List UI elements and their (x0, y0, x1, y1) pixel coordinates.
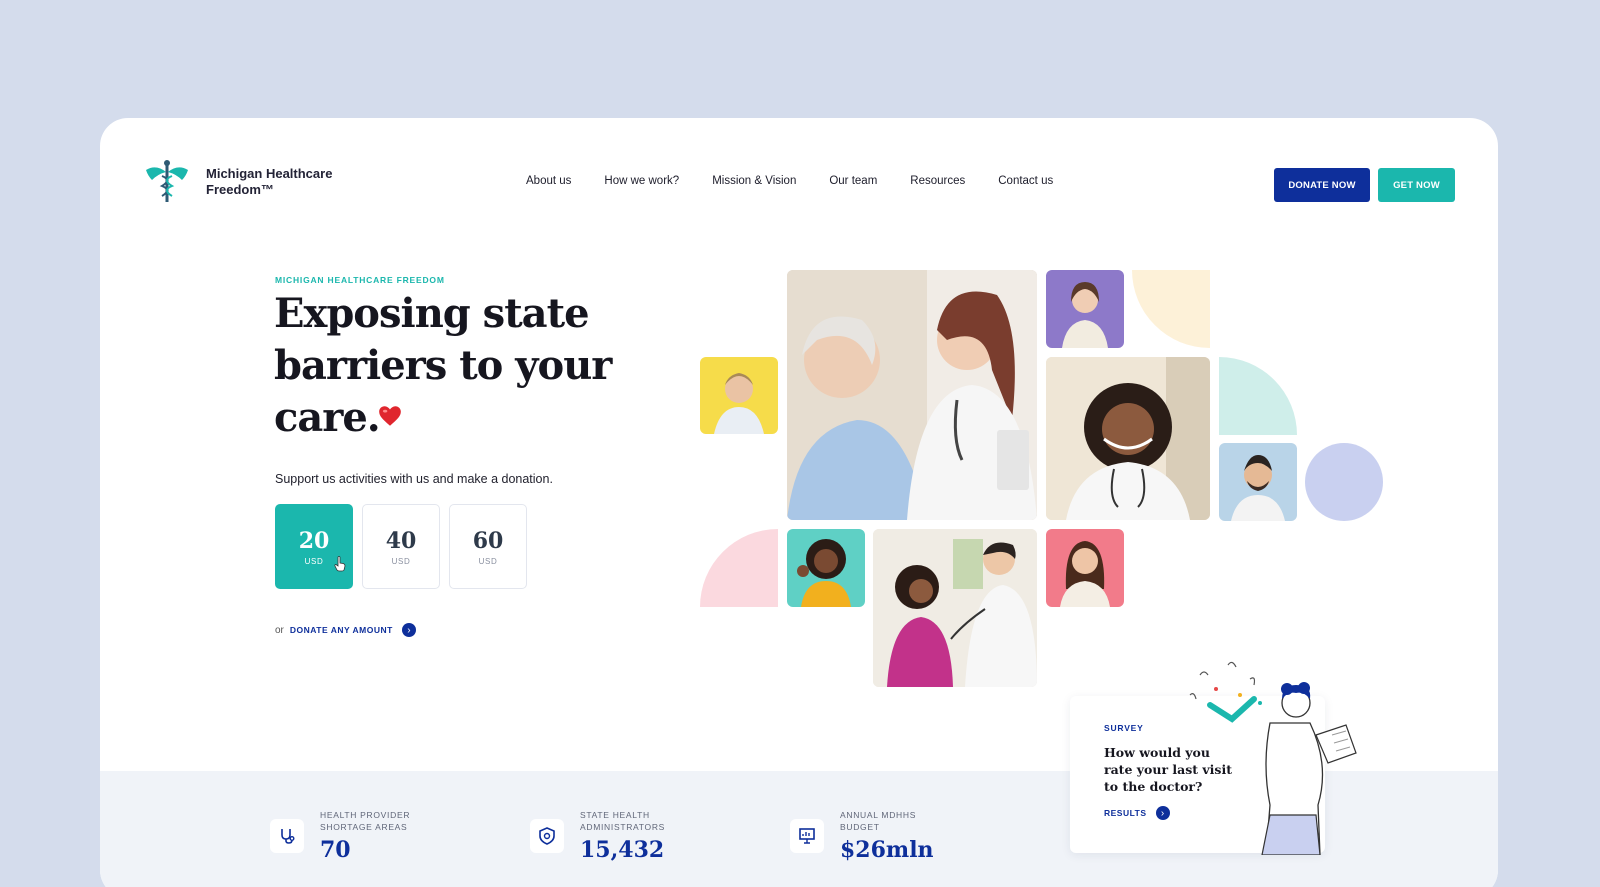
amount-currency: USD (391, 556, 411, 566)
photo-woman-yellow (700, 357, 778, 434)
heart-icon (379, 406, 401, 426)
nav-contact[interactable]: Contact us (998, 175, 1053, 187)
nav-about[interactable]: About us (526, 175, 571, 187)
nav-how-we-work[interactable]: How we work? (604, 175, 679, 187)
stat-administrators: STATE HEALTH ADMINISTRATORS 15,432 (530, 809, 690, 863)
arrow-right-icon: › (401, 623, 416, 637)
photo-doctor-child (873, 529, 1037, 687)
nav-our-team[interactable]: Our team (829, 175, 877, 187)
amount-value: 40 (385, 527, 417, 554)
amount-option-60[interactable]: 60 USD (449, 504, 527, 589)
decor-circle-lavender (1305, 443, 1383, 521)
amount-currency: USD (478, 556, 498, 566)
nav-mission-vision[interactable]: Mission & Vision (712, 175, 796, 187)
donate-any-amount[interactable]: or DONATE ANY AMOUNT › (275, 623, 416, 637)
brand-name-line2: Freedom™ (206, 182, 274, 197)
doctor-illustration (1189, 661, 1357, 855)
stat-budget: ANNUAL MDHHS BUDGET $26mln (790, 809, 950, 863)
decor-quarter-cream (1132, 270, 1210, 348)
photo-doctor-smiling (1046, 357, 1210, 520)
stat-value: $26mln (840, 837, 934, 863)
stat-shortage-areas: HEALTH PROVIDER SHORTAGE AREAS 70 (270, 809, 430, 863)
photo-woman-waving (787, 529, 865, 607)
amount-option-40[interactable]: 40 USD (362, 504, 440, 589)
decor-quarter-mint (1219, 357, 1297, 435)
photo-woman-purple (1046, 270, 1124, 348)
amount-value: 60 (472, 527, 504, 554)
brand-logo[interactable]: Michigan Healthcare Freedom™ (142, 158, 332, 206)
caduceus-icon (146, 160, 188, 202)
stat-label: ANNUAL MDHHS BUDGET (840, 810, 917, 832)
main-card: Michigan Healthcare Freedom™ About us Ho… (100, 118, 1498, 887)
get-now-button[interactable]: GET NOW (1378, 168, 1455, 202)
photo-woman-pink (1046, 529, 1124, 607)
presentation-icon (790, 819, 824, 853)
amount-currency: USD (304, 556, 324, 566)
nav-resources[interactable]: Resources (910, 175, 965, 187)
amount-value: 20 (298, 527, 330, 554)
decor-quarter-pink (700, 529, 778, 607)
stat-label: STATE HEALTH ADMINISTRATORS (580, 810, 666, 832)
hero-headline: Exposing state barriers to your care. (274, 290, 612, 441)
support-text: Support us activities with us and make a… (275, 472, 553, 486)
photo-doctor-elderly (787, 270, 1037, 520)
or-text: or (275, 624, 284, 636)
brand-name-line1: Michigan Healthcare (206, 166, 333, 181)
results-link[interactable]: RESULTS (1104, 808, 1147, 818)
brand-name: Michigan Healthcare Freedom™ (206, 166, 332, 198)
hand-cursor-icon (334, 556, 346, 572)
survey-results[interactable]: RESULTS › (1104, 806, 1170, 820)
donate-any-link[interactable]: DONATE ANY AMOUNT (290, 625, 393, 635)
stethoscope-icon (270, 819, 304, 853)
photo-man-smiling (1219, 443, 1297, 521)
stat-value: 70 (320, 837, 351, 863)
stat-value: 15,432 (580, 837, 665, 863)
amount-option-20[interactable]: 20 USD (275, 504, 353, 589)
main-nav: About us How we work? Mission & Vision O… (526, 175, 1086, 187)
donate-now-button[interactable]: DONATE NOW (1274, 168, 1370, 202)
hero-eyebrow: MICHIGAN HEALTHCARE FREEDOM (275, 275, 445, 285)
donation-amounts: 20 USD 40 USD 60 USD (275, 504, 527, 589)
arrow-right-icon: › (1155, 806, 1170, 820)
shield-icon (530, 819, 564, 853)
survey-tag: SURVEY (1104, 723, 1144, 733)
stat-label: HEALTH PROVIDER SHORTAGE AREAS (320, 810, 411, 832)
